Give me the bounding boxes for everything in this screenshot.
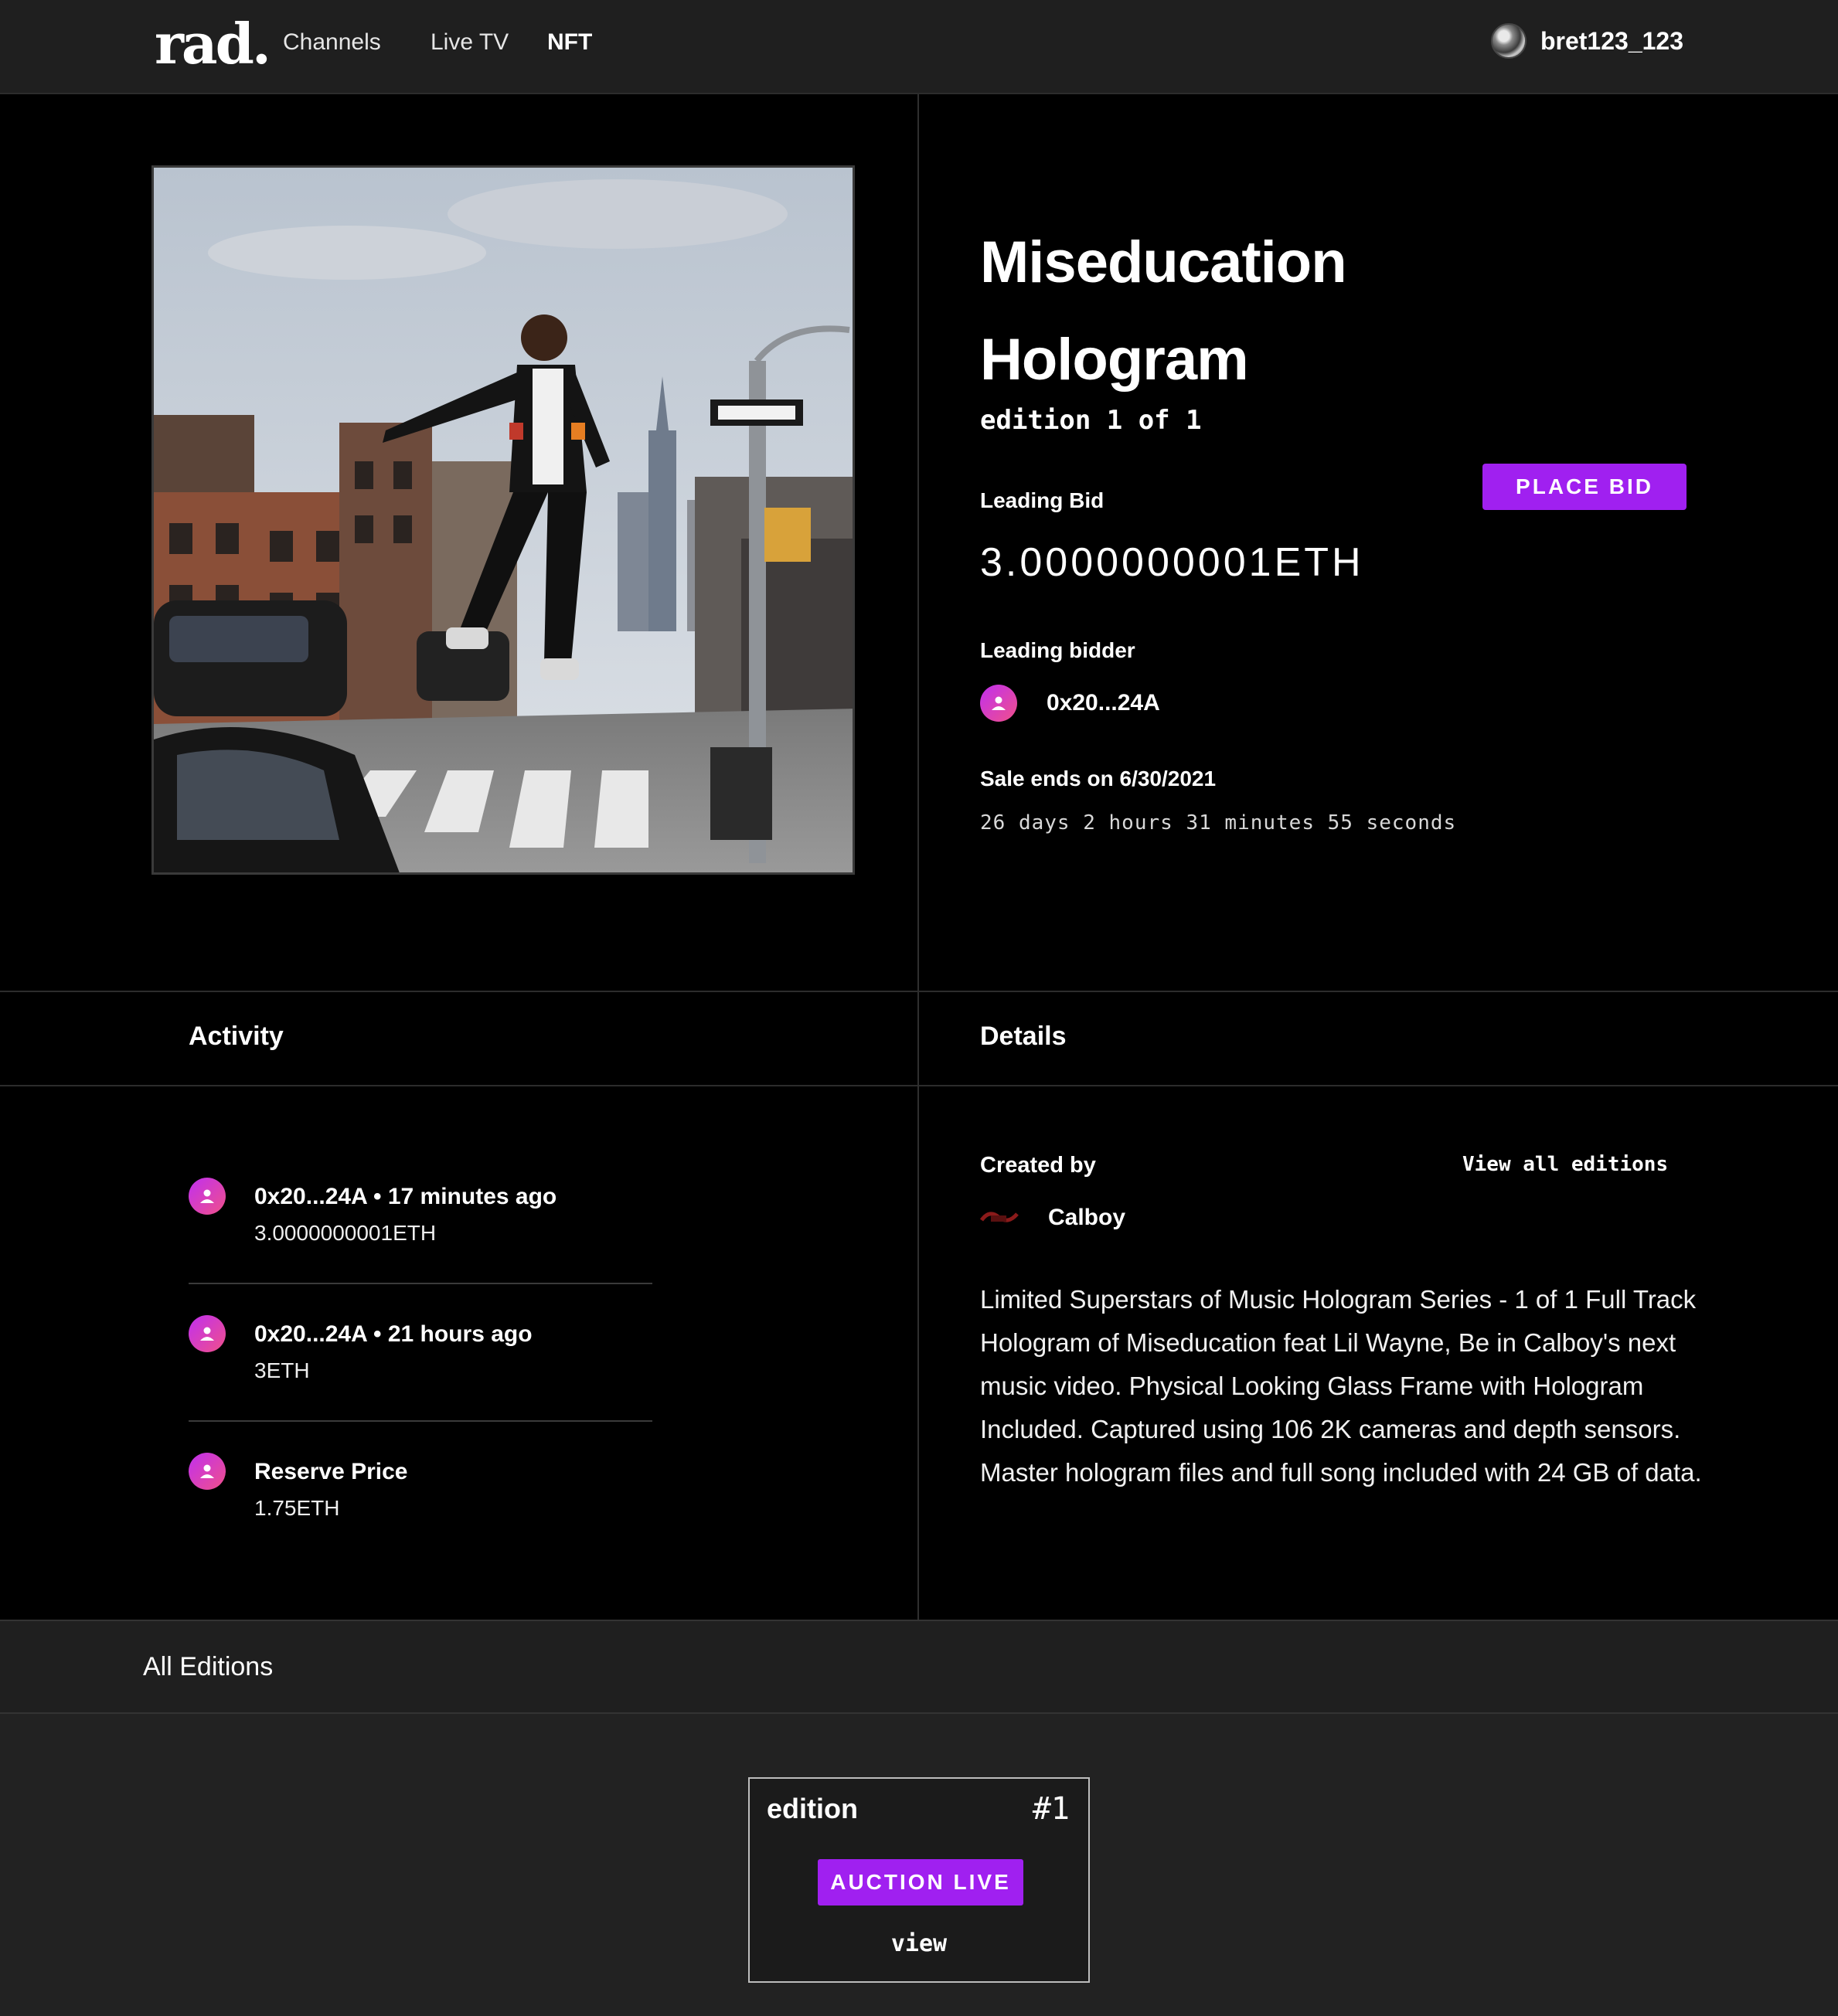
nav-link-channels[interactable]: Channels: [283, 29, 381, 56]
activity-details-section: 0x20...24A • 17 minutes ago 3.0000000001…: [0, 1086, 1838, 1620]
activity-item: 0x20...24A • 21 hours ago 3ETH: [189, 1315, 652, 1392]
user-icon: [189, 1178, 226, 1215]
nft-hero: Miseducation Hologram edition 1 of 1 Lea…: [0, 94, 1838, 991]
edition-card[interactable]: edition #1 AUCTION LIVE view: [748, 1777, 1090, 1983]
vertical-divider: [917, 1086, 919, 1620]
edition-label: edition: [767, 1793, 858, 1824]
edition-count: edition 1 of 1: [980, 405, 1202, 436]
all-editions-header: All Editions: [0, 1620, 1838, 1714]
username: bret123_123: [1540, 26, 1683, 55]
section-header-row: Activity Details: [0, 991, 1838, 1086]
creator[interactable]: Calboy: [980, 1202, 1125, 1233]
creator-name: Calboy: [1048, 1205, 1126, 1230]
activity-heading: Activity: [189, 1022, 284, 1051]
view-edition-link[interactable]: view: [750, 1930, 1088, 1957]
leading-bidder-address: 0x20...24A: [1047, 690, 1160, 716]
nft-title: Miseducation Hologram: [980, 214, 1347, 409]
user-icon: [189, 1453, 226, 1490]
nft-title-line-2: Hologram: [980, 327, 1249, 393]
leading-bidder[interactable]: 0x20...24A: [980, 685, 1160, 722]
place-bid-button[interactable]: PLACE BID: [1482, 464, 1687, 510]
activity-item: Reserve Price 1.75ETH: [189, 1453, 652, 1530]
avatar: [1490, 23, 1527, 59]
activity-value: 3ETH: [254, 1358, 310, 1382]
user-icon: [980, 685, 1017, 722]
nav-link-nft[interactable]: NFT: [547, 29, 592, 56]
leading-bidder-label: Leading bidder: [980, 638, 1135, 662]
edition-number: #1: [1032, 1791, 1070, 1827]
nft-description: Limited Superstars of Music Hologram Ser…: [980, 1285, 1702, 1487]
activity-value: 1.75ETH: [254, 1496, 340, 1520]
view-all-editions-link[interactable]: View all editions: [1462, 1153, 1668, 1176]
nav-link-live-tv[interactable]: Live TV: [431, 29, 509, 56]
activity-item: 0x20...24A • 17 minutes ago 3.0000000001…: [189, 1178, 652, 1255]
activity-divider: [189, 1283, 652, 1284]
activity-title: Reserve Price: [254, 1459, 408, 1484]
all-editions-title: All Editions: [143, 1652, 274, 1681]
vertical-divider: [917, 94, 919, 991]
nft-title-line-1: Miseducation: [980, 229, 1347, 295]
rad-logo[interactable]: rad.: [155, 11, 271, 76]
created-by-label: Created by: [980, 1153, 1096, 1178]
auction-live-badge: AUCTION LIVE: [818, 1859, 1023, 1906]
top-navigation: rad. Channels Live TV NFT bret123_123: [0, 0, 1838, 94]
activity-value: 3.0000000001ETH: [254, 1221, 437, 1245]
leading-bid-label: Leading Bid: [980, 488, 1105, 512]
user-icon: [189, 1315, 226, 1352]
editions-list: edition #1 AUCTION LIVE view: [0, 1714, 1838, 2016]
activity-title: 0x20...24A • 21 hours ago: [254, 1321, 533, 1347]
details-heading: Details: [980, 1022, 1067, 1051]
leading-bid-amount: 3.0000000001ETH: [980, 540, 1364, 585]
creator-logo-icon: [980, 1202, 1019, 1233]
nft-artwork-image[interactable]: [151, 165, 855, 875]
activity-divider: [189, 1420, 652, 1422]
countdown-timer: 26 days 2 hours 31 minutes 55 seconds: [980, 811, 1457, 835]
vertical-divider: [917, 992, 919, 1086]
sale-ends-label: Sale ends on 6/30/2021: [980, 767, 1217, 790]
user-menu[interactable]: bret123_123: [1490, 23, 1683, 59]
activity-title: 0x20...24A • 17 minutes ago: [254, 1184, 557, 1209]
